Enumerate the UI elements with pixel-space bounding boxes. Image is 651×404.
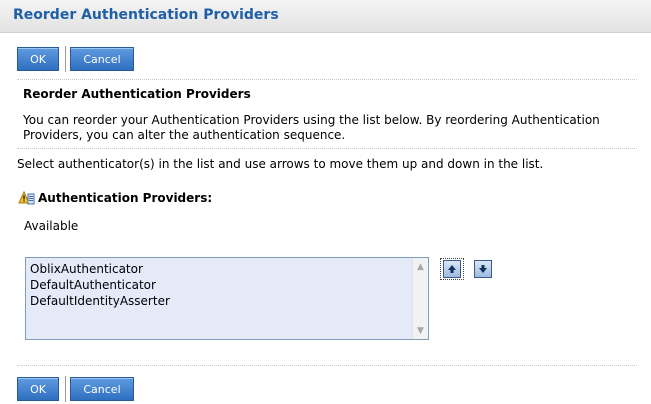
title-bar: Reorder Authentication Providers [0, 0, 651, 33]
available-label: Available [24, 219, 79, 233]
button-separator-top [65, 46, 66, 72]
divider-middle [17, 148, 637, 149]
providers-listbox[interactable]: OblixAuthenticator DefaultAuthenticator … [25, 257, 429, 340]
list-item[interactable]: DefaultAuthenticator [30, 277, 170, 293]
divider-top [17, 79, 637, 80]
section-title: Reorder Authentication Providers [23, 87, 251, 101]
listbox-scrollbar[interactable]: ▲ ▼ [412, 258, 428, 339]
list-item[interactable]: OblixAuthenticator [30, 261, 170, 277]
ok-button-bottom[interactable]: OK [17, 377, 59, 401]
list-item[interactable]: DefaultIdentityAsserter [30, 293, 170, 309]
providers-heading-label: Authentication Providers: [38, 191, 213, 205]
arrow-down-icon [479, 265, 487, 273]
move-down-button[interactable] [474, 260, 492, 278]
page-title: Reorder Authentication Providers [13, 7, 279, 23]
divider-bottom [17, 365, 637, 366]
scroll-up-icon[interactable]: ▲ [413, 259, 428, 274]
providers-list: OblixAuthenticator DefaultAuthenticator … [30, 261, 170, 309]
cancel-button-bottom[interactable]: Cancel [70, 377, 134, 401]
ok-button-top[interactable]: OK [17, 47, 59, 71]
instructions-text: Select authenticator(s) in the list and … [17, 157, 544, 171]
providers-heading: Authentication Providers: [18, 190, 212, 206]
section-description: You can reorder your Authentication Prov… [23, 113, 600, 142]
warning-icon [18, 190, 35, 204]
cancel-button-top[interactable]: Cancel [70, 47, 134, 71]
scroll-down-icon[interactable]: ▼ [413, 323, 428, 338]
button-separator-bottom [65, 376, 66, 402]
move-up-button[interactable] [443, 260, 461, 278]
arrow-up-icon [448, 265, 456, 273]
